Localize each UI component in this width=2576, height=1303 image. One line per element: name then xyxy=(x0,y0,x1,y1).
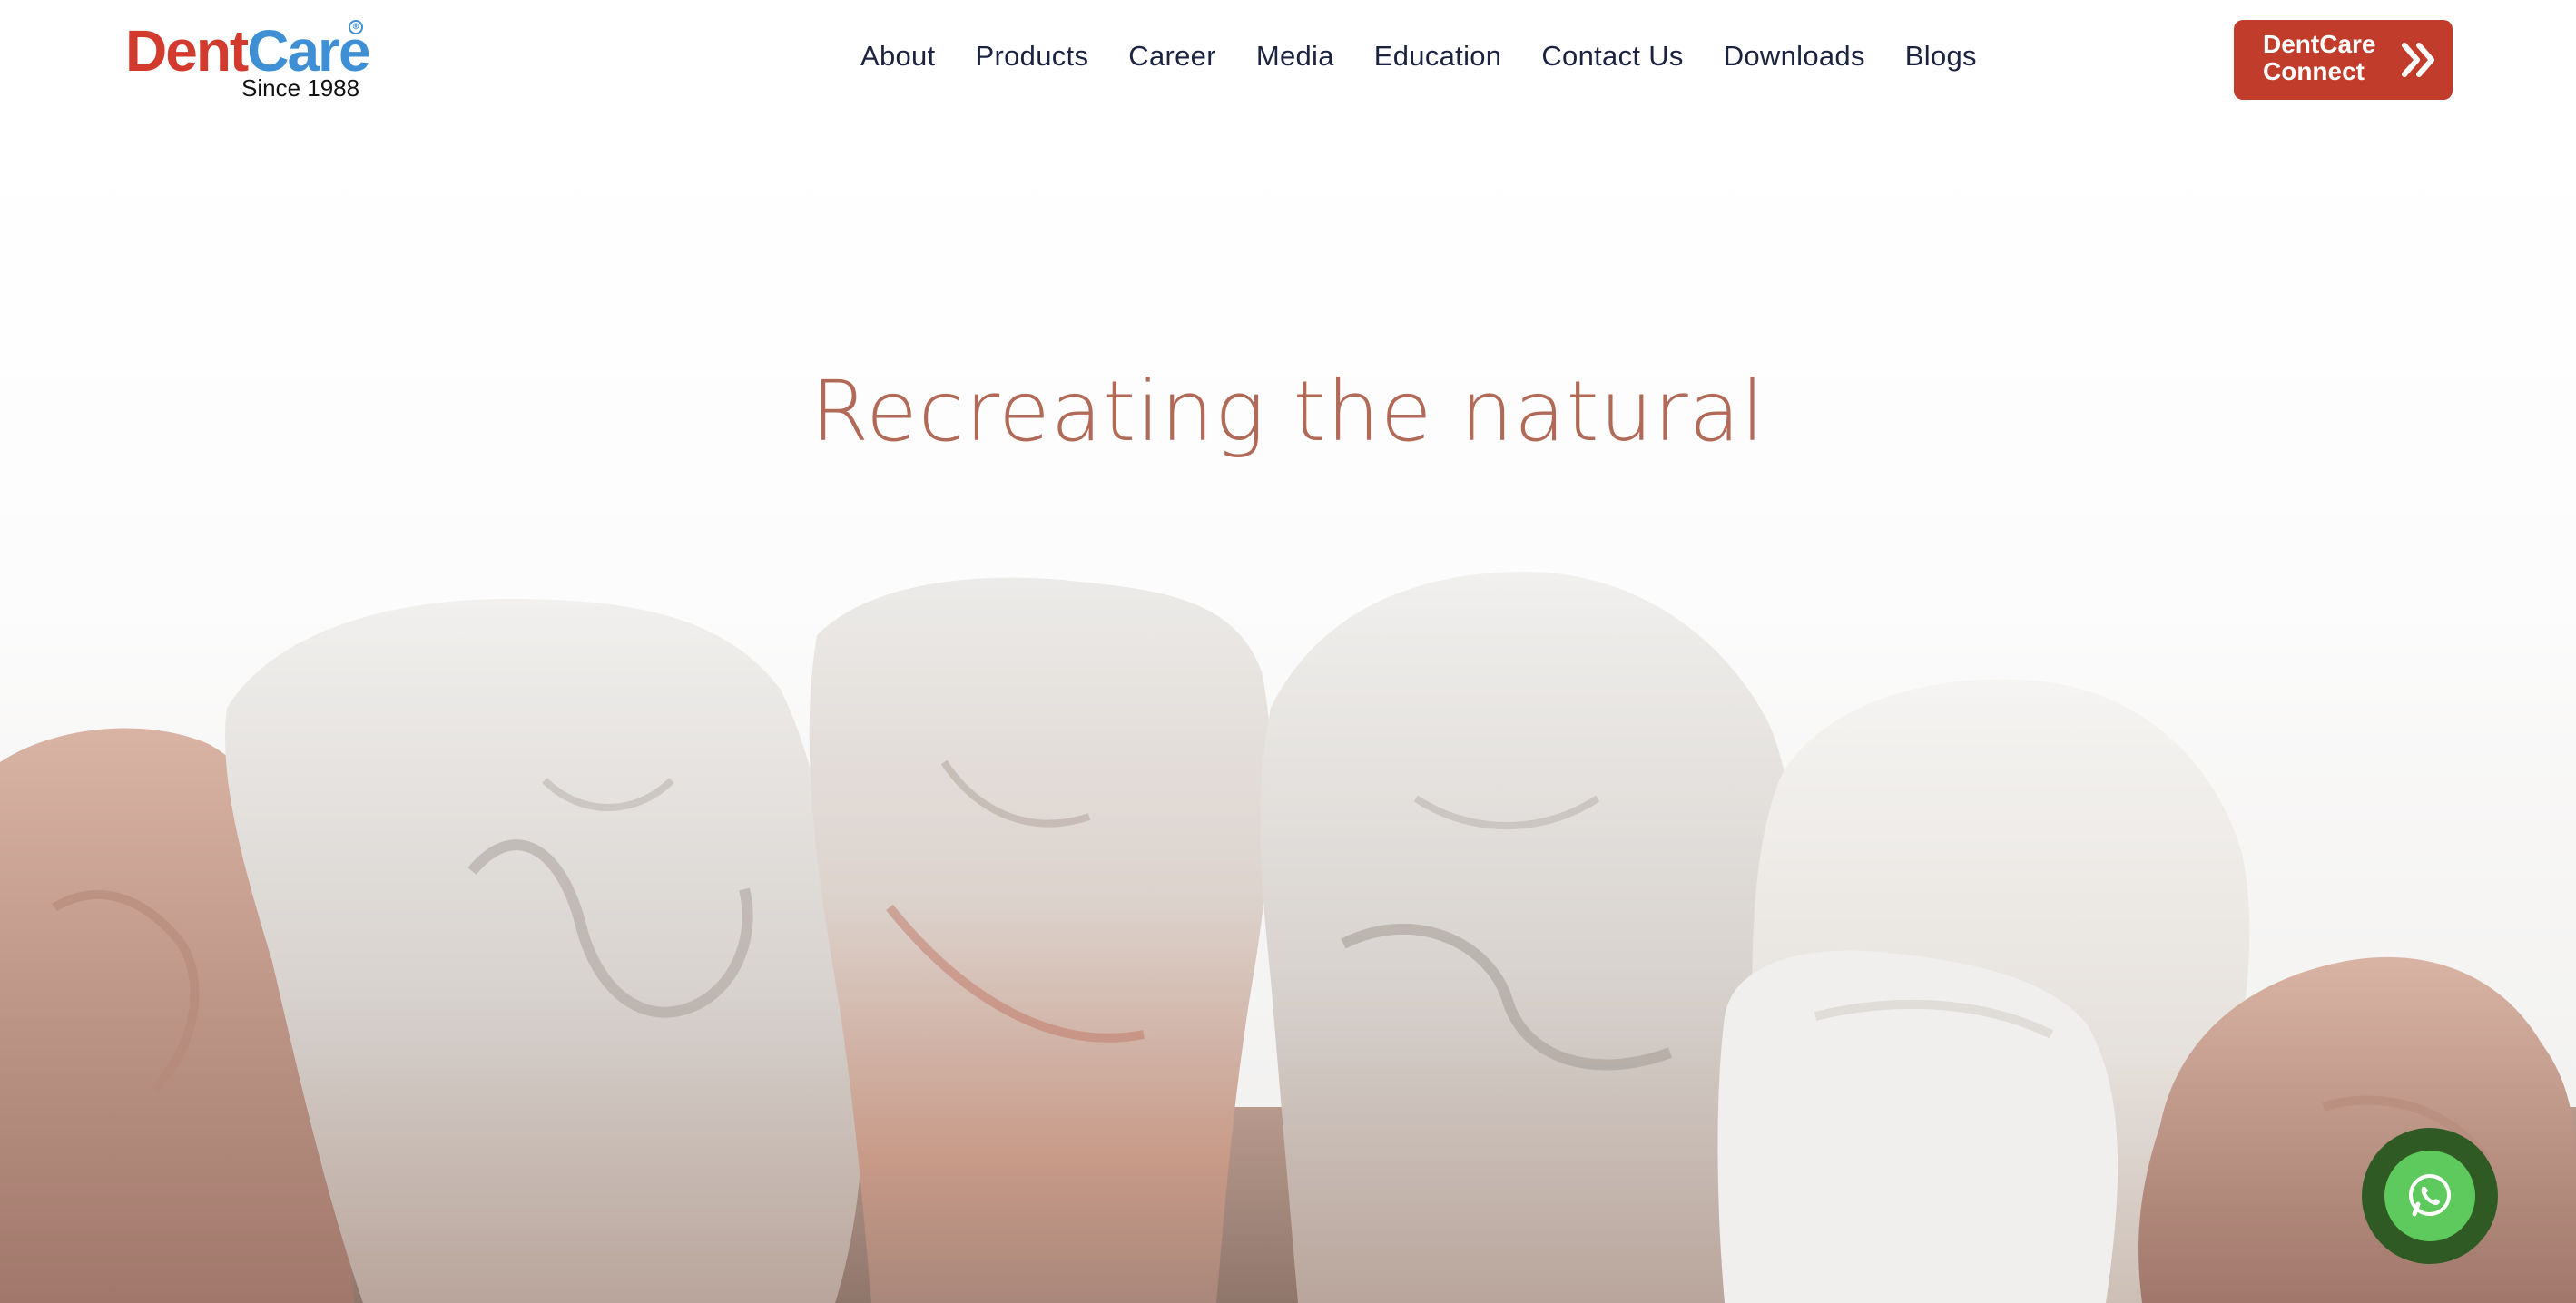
cta-label-line1: DentCare xyxy=(2263,30,2376,58)
nav-career[interactable]: Career xyxy=(1128,40,1216,73)
whatsapp-icon xyxy=(2409,1174,2451,1217)
nav-products[interactable]: Products xyxy=(976,40,1089,73)
logo-tagline: Since 1988 xyxy=(241,74,360,102)
dental-crowns-closeup-image xyxy=(0,572,2576,1303)
nav-about[interactable]: About xyxy=(860,40,936,73)
dentcare-logo[interactable]: DentCare ® Since 1988 xyxy=(125,18,371,109)
double-chevron-right-icon xyxy=(2402,43,2434,77)
nav-education[interactable]: Education xyxy=(1374,40,1502,73)
registered-mark-icon: ® xyxy=(349,20,363,34)
nav-downloads[interactable]: Downloads xyxy=(1724,40,1865,73)
whatsapp-chat-button[interactable] xyxy=(2362,1128,2498,1264)
cta-label-line2: Connect xyxy=(2263,57,2365,85)
nav-blogs[interactable]: Blogs xyxy=(1905,40,1977,73)
hero-title: Recreating the natural xyxy=(811,363,1765,460)
nav-contact-us[interactable]: Contact Us xyxy=(1541,40,1683,73)
logo-dent-text: Dent xyxy=(125,18,249,83)
dentcare-connect-button[interactable]: DentCare Connect xyxy=(2234,20,2453,100)
nav-media[interactable]: Media xyxy=(1256,40,1334,73)
cta-label: DentCare Connect xyxy=(2263,31,2399,85)
site-header: DentCare ® Since 1988 About Products Car… xyxy=(0,0,2576,127)
hero-section: Recreating the natural xyxy=(0,127,2576,1303)
whatsapp-button-inner xyxy=(2384,1151,2475,1241)
main-navigation: About Products Career Media Education Co… xyxy=(860,33,1977,80)
